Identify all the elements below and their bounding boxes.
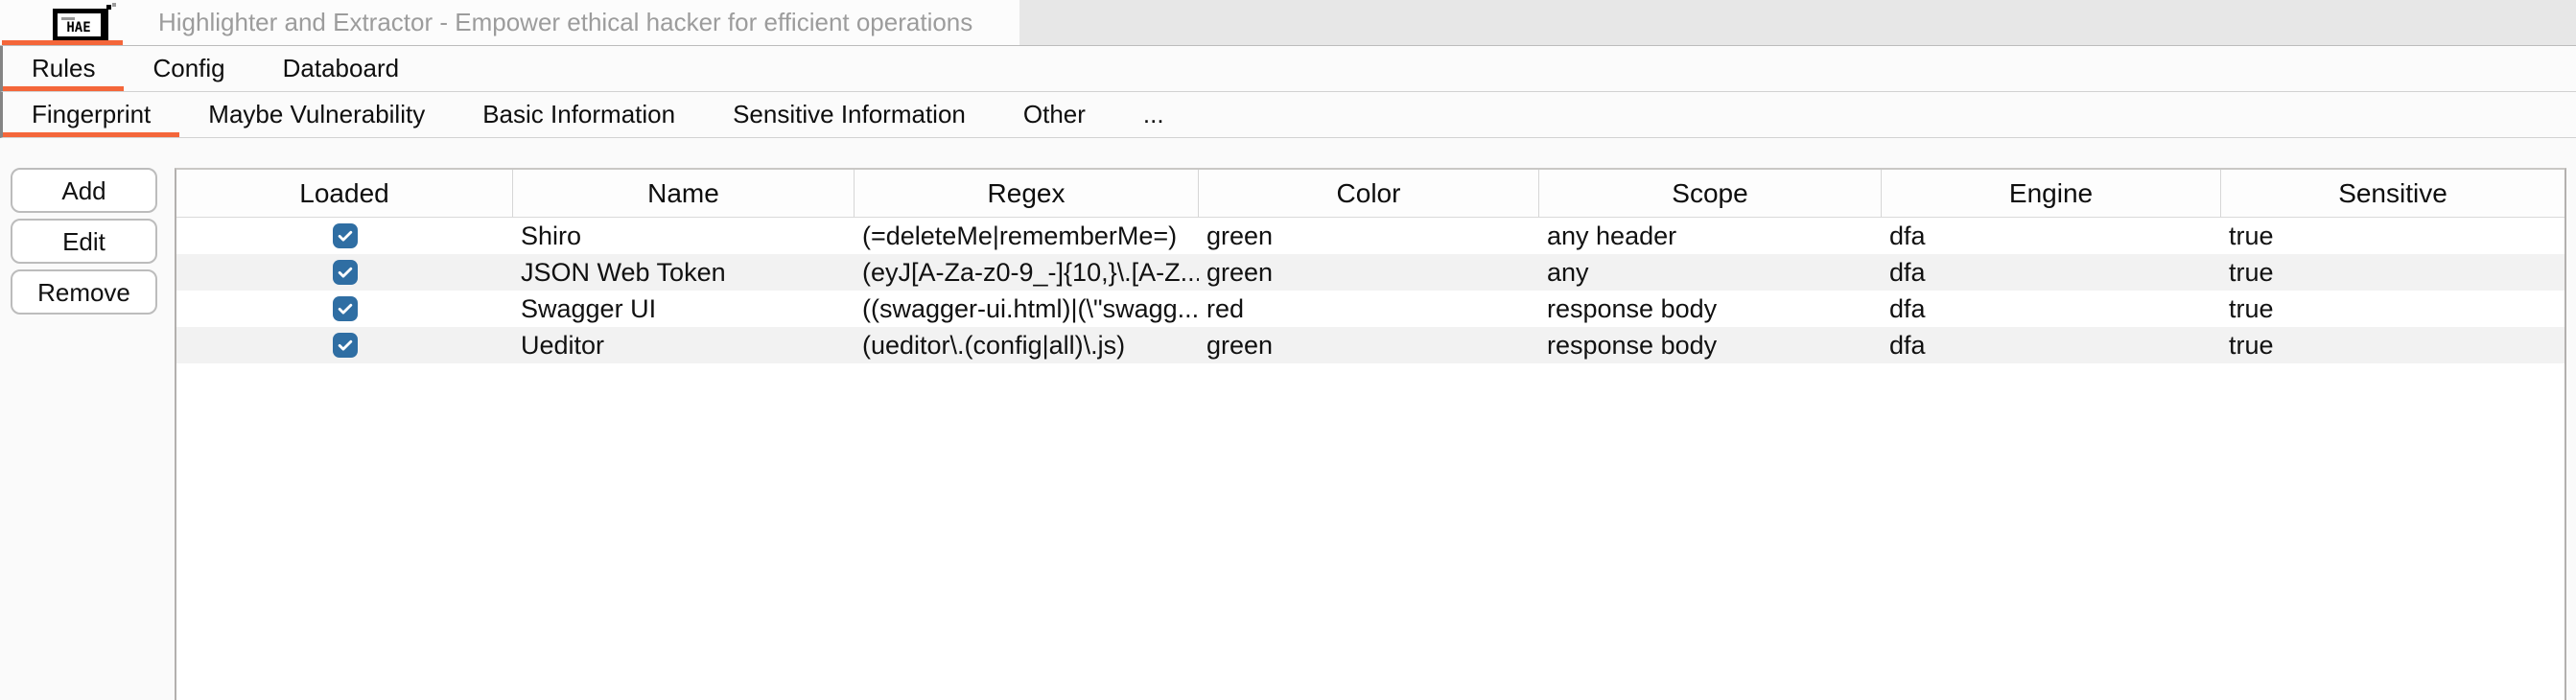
- primary-tab-bar: Rules Config Databoard: [0, 46, 2576, 92]
- table-row[interactable]: Swagger UI((swagger-ui.html)|(\"swagg...…: [176, 291, 2564, 327]
- loaded-cell: [176, 327, 513, 363]
- loaded-cell: [176, 218, 513, 254]
- column-header-regex[interactable]: Regex: [855, 170, 1199, 217]
- color-cell: red: [1199, 291, 1539, 327]
- tab-label: ...: [1143, 100, 1164, 129]
- color-cell: green: [1199, 218, 1539, 254]
- add-button[interactable]: Add: [11, 168, 157, 213]
- tab-label: Maybe Vulnerability: [208, 100, 425, 129]
- tab-label: Basic Information: [482, 100, 675, 129]
- tab-rules[interactable]: Rules: [3, 46, 124, 91]
- svg-text:HAE: HAE: [66, 20, 90, 35]
- tab-label: Config: [152, 54, 224, 83]
- table-row[interactable]: JSON Web Token(eyJ[A-Za-z0-9_-]{10,}\.[A…: [176, 254, 2564, 291]
- tab-label: Rules: [32, 54, 95, 83]
- edit-button[interactable]: Edit: [11, 219, 157, 264]
- active-extension-underline: [2, 40, 123, 45]
- loaded-checkbox[interactable]: [333, 333, 358, 358]
- rules-content: Add Edit Remove LoadedNameRegexColorScopeE…: [0, 138, 2576, 700]
- color-cell: green: [1199, 327, 1539, 363]
- tab-label: Fingerprint: [32, 100, 151, 129]
- color-cell: green: [1199, 254, 1539, 291]
- engine-cell: dfa: [1882, 254, 2221, 291]
- regex-cell: (eyJ[A-Za-z0-9_-]{10,}\.[A-Z...: [855, 254, 1199, 291]
- rule-actions-panel: Add Edit Remove: [0, 138, 175, 700]
- engine-cell: dfa: [1882, 327, 2221, 363]
- scope-cell: response body: [1539, 291, 1882, 327]
- scope-cell: any header: [1539, 218, 1882, 254]
- check-icon: [336, 263, 355, 282]
- loaded-checkbox[interactable]: [333, 296, 358, 321]
- extension-title: Highlighter and Extractor - Empower ethi…: [158, 8, 972, 37]
- name-cell: JSON Web Token: [513, 254, 855, 291]
- loaded-cell: [176, 254, 513, 291]
- name-cell: Shiro: [513, 218, 855, 254]
- check-icon: [336, 336, 355, 355]
- engine-cell: dfa: [1882, 218, 2221, 254]
- tab-label: Sensitive Information: [733, 100, 966, 129]
- regex-cell: (=deleteMe|rememberMe=): [855, 218, 1199, 254]
- loaded-cell: [176, 291, 513, 327]
- sensitive-cell: true: [2221, 254, 2564, 291]
- remove-button[interactable]: Remove: [11, 269, 157, 315]
- rules-table-header: LoadedNameRegexColorScopeEngineSensitive: [176, 170, 2564, 218]
- tab-config[interactable]: Config: [124, 46, 253, 91]
- sensitive-cell: true: [2221, 218, 2564, 254]
- column-header-color[interactable]: Color: [1199, 170, 1539, 217]
- rules-table-pane: LoadedNameRegexColorScopeEngineSensitive…: [175, 168, 2566, 700]
- column-header-loaded[interactable]: Loaded: [176, 170, 513, 217]
- loaded-checkbox[interactable]: [333, 223, 358, 248]
- sensitive-cell: true: [2221, 291, 2564, 327]
- column-header-scope[interactable]: Scope: [1539, 170, 1882, 217]
- extension-tab-bar: HAE Highlighter and Extractor - Empower …: [0, 0, 2576, 46]
- regex-cell: (ueditor\.(config|all)\.js): [855, 327, 1199, 363]
- engine-cell: dfa: [1882, 291, 2221, 327]
- subtab-maybe-vulnerability[interactable]: Maybe Vulnerability: [179, 92, 454, 137]
- check-icon: [336, 299, 355, 318]
- subtab-more[interactable]: ...: [1114, 92, 1193, 137]
- column-header-sensitive[interactable]: Sensitive: [2221, 170, 2564, 217]
- subtab-sensitive-information[interactable]: Sensitive Information: [704, 92, 995, 137]
- column-header-name[interactable]: Name: [513, 170, 855, 217]
- name-cell: Swagger UI: [513, 291, 855, 327]
- subtab-other[interactable]: Other: [995, 92, 1114, 137]
- secondary-tab-bar: Fingerprint Maybe Vulnerability Basic Info…: [0, 92, 2576, 138]
- tab-label: Other: [1023, 100, 1086, 129]
- table-row[interactable]: Ueditor(ueditor\.(config|all)\.js)greenr…: [176, 327, 2564, 363]
- rules-table-body: Shiro(=deleteMe|rememberMe=)greenany hea…: [176, 218, 2564, 363]
- tab-databoard[interactable]: Databoard: [254, 46, 428, 91]
- column-header-engine[interactable]: Engine: [1882, 170, 2221, 217]
- scope-cell: response body: [1539, 327, 1882, 363]
- loaded-checkbox[interactable]: [333, 260, 358, 285]
- check-icon: [336, 226, 355, 245]
- sensitive-cell: true: [2221, 327, 2564, 363]
- subtab-fingerprint[interactable]: Fingerprint: [3, 92, 179, 137]
- table-row[interactable]: Shiro(=deleteMe|rememberMe=)greenany hea…: [176, 218, 2564, 254]
- hae-plugin-tab[interactable]: HAE Highlighter and Extractor - Empower …: [0, 0, 1019, 45]
- scope-cell: any: [1539, 254, 1882, 291]
- hae-logo-icon: HAE: [53, 3, 116, 43]
- name-cell: Ueditor: [513, 327, 855, 363]
- subtab-basic-information[interactable]: Basic Information: [454, 92, 704, 137]
- tab-label: Databoard: [283, 54, 399, 83]
- regex-cell: ((swagger-ui.html)|(\"swagg...: [855, 291, 1199, 327]
